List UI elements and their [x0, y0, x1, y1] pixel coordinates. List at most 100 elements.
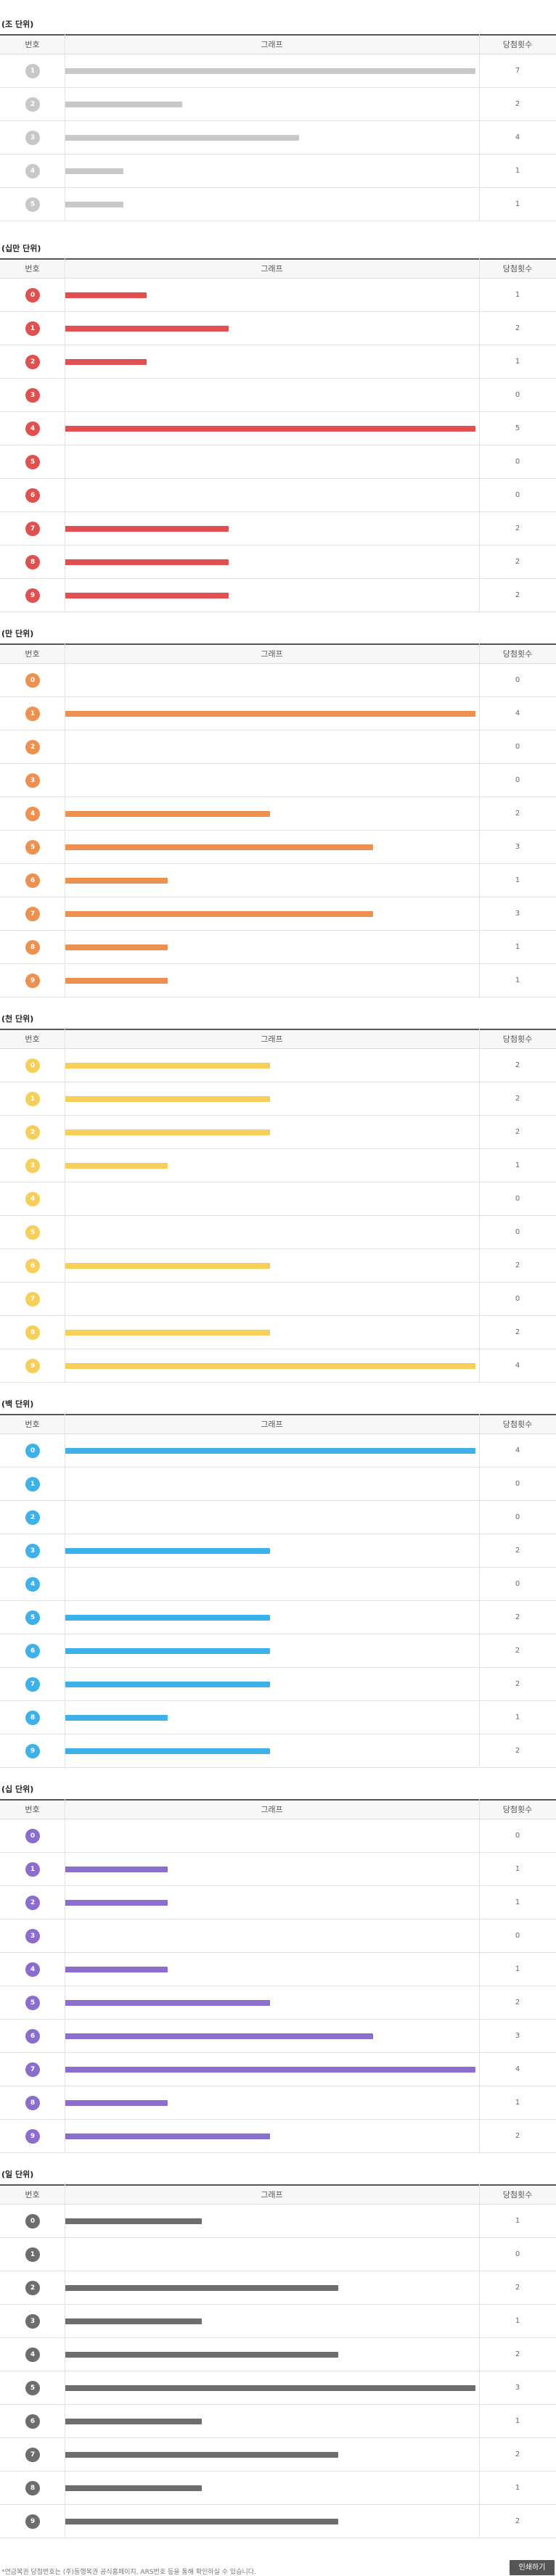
number-ball: 9 [25, 588, 40, 603]
table-header: 번호 그래프 당첨횟수 [0, 1029, 556, 1049]
bar [65, 2419, 202, 2424]
win-count: 0 [515, 1832, 520, 1840]
win-count: 2 [515, 1095, 520, 1103]
win-count: 2 [515, 810, 520, 818]
table-row: 34 [0, 121, 556, 155]
table-row: 42 [0, 2338, 556, 2371]
win-count: 4 [515, 709, 520, 717]
bar [65, 711, 475, 717]
table-row: 74 [0, 2053, 556, 2086]
number-ball: 3 [25, 2314, 40, 2329]
bar [65, 559, 229, 565]
bar [65, 911, 373, 917]
win-count: 2 [515, 1547, 520, 1555]
table-row: 14 [0, 697, 556, 731]
bar [65, 593, 229, 598]
number-ball: 5 [25, 1610, 40, 1625]
table-row: 22 [0, 1116, 556, 1149]
table-row: 92 [0, 1735, 556, 1768]
column-divider [479, 258, 480, 612]
header-count: 당첨횟수 [502, 264, 533, 273]
table-row: 17 [0, 54, 556, 88]
win-count: 0 [515, 1295, 520, 1303]
number-ball: 5 [25, 455, 40, 469]
table-row: 92 [0, 2120, 556, 2153]
section-title: (십만 단위) [1, 244, 41, 253]
table-row: 45 [0, 412, 556, 445]
bar [65, 2100, 168, 2106]
number-ball: 3 [25, 1159, 40, 1173]
win-count: 2 [515, 1128, 520, 1136]
bar [65, 1867, 168, 1872]
bar [65, 2385, 475, 2391]
column-divider [479, 1029, 480, 1383]
table-row: 20 [0, 1501, 556, 1534]
win-count: 2 [515, 2451, 520, 2458]
bar [65, 1615, 270, 1621]
number-ball: 8 [25, 940, 40, 955]
column-divider [479, 34, 480, 221]
table-row: 01 [0, 2205, 556, 2238]
win-count: 1 [515, 358, 520, 366]
header-number: 번호 [25, 1805, 40, 1814]
table-row: 92 [0, 2505, 556, 2538]
bar [65, 2485, 202, 2491]
print-button[interactable]: 인쇄하기 [510, 2560, 555, 2575]
table-row: 11 [0, 1853, 556, 1886]
win-count: 3 [515, 2032, 520, 2040]
table-row: 31 [0, 2305, 556, 2338]
header-count: 당첨횟수 [502, 1805, 533, 1814]
table-row: 81 [0, 931, 556, 964]
header-number: 번호 [25, 264, 40, 273]
number-ball: 0 [25, 288, 40, 303]
column-divider [479, 1414, 480, 1768]
table-row: 22 [0, 2271, 556, 2305]
win-count: 1 [515, 167, 520, 175]
table-row: 12 [0, 312, 556, 345]
table-row: 00 [0, 664, 556, 697]
win-count: 0 [515, 1932, 520, 1940]
header-count: 당첨횟수 [502, 649, 533, 659]
table-header: 번호 그래프 당첨횟수 [0, 2184, 556, 2205]
table-row: 94 [0, 1349, 556, 1383]
table-row: 72 [0, 2438, 556, 2472]
table-row: 12 [0, 1082, 556, 1116]
bar [65, 2133, 270, 2139]
number-ball: 2 [25, 1510, 40, 1525]
table-row: 41 [0, 1953, 556, 1986]
bar [65, 1096, 270, 1102]
header-number: 번호 [25, 2190, 40, 2200]
bar [65, 202, 123, 207]
win-count: 0 [515, 491, 520, 499]
header-graph: 그래프 [261, 40, 283, 49]
table-row: 00 [0, 1819, 556, 1853]
header-number: 번호 [25, 649, 40, 659]
number-ball: 1 [25, 2247, 40, 2262]
number-ball: 0 [25, 673, 40, 688]
number-ball: 0 [25, 2214, 40, 2229]
number-ball: 4 [25, 164, 40, 178]
header-count: 당첨횟수 [502, 2190, 533, 2200]
number-ball: 3 [25, 131, 40, 145]
number-ball: 7 [25, 1292, 40, 1306]
table-row: 50 [0, 1216, 556, 1249]
column-divider [479, 2184, 480, 2538]
bar [65, 426, 475, 432]
table-row: 10 [0, 1468, 556, 1501]
bar [65, 878, 168, 884]
section-title: (십 단위) [1, 1785, 34, 1794]
table-row: 30 [0, 379, 556, 412]
number-ball: 7 [25, 1677, 40, 1692]
win-count: 4 [515, 2065, 520, 2073]
number-ball: 5 [25, 840, 40, 855]
table-row: 92 [0, 579, 556, 612]
column-divider [479, 1799, 480, 2153]
table-row: 81 [0, 1701, 556, 1735]
section-title: (만 단위) [1, 629, 34, 638]
number-ball: 2 [25, 97, 40, 112]
section-title: (조 단위) [1, 20, 34, 29]
number-ball: 7 [25, 2062, 40, 2077]
win-count: 2 [515, 100, 520, 108]
bar [65, 1682, 270, 1687]
win-count: 2 [515, 1747, 520, 1755]
